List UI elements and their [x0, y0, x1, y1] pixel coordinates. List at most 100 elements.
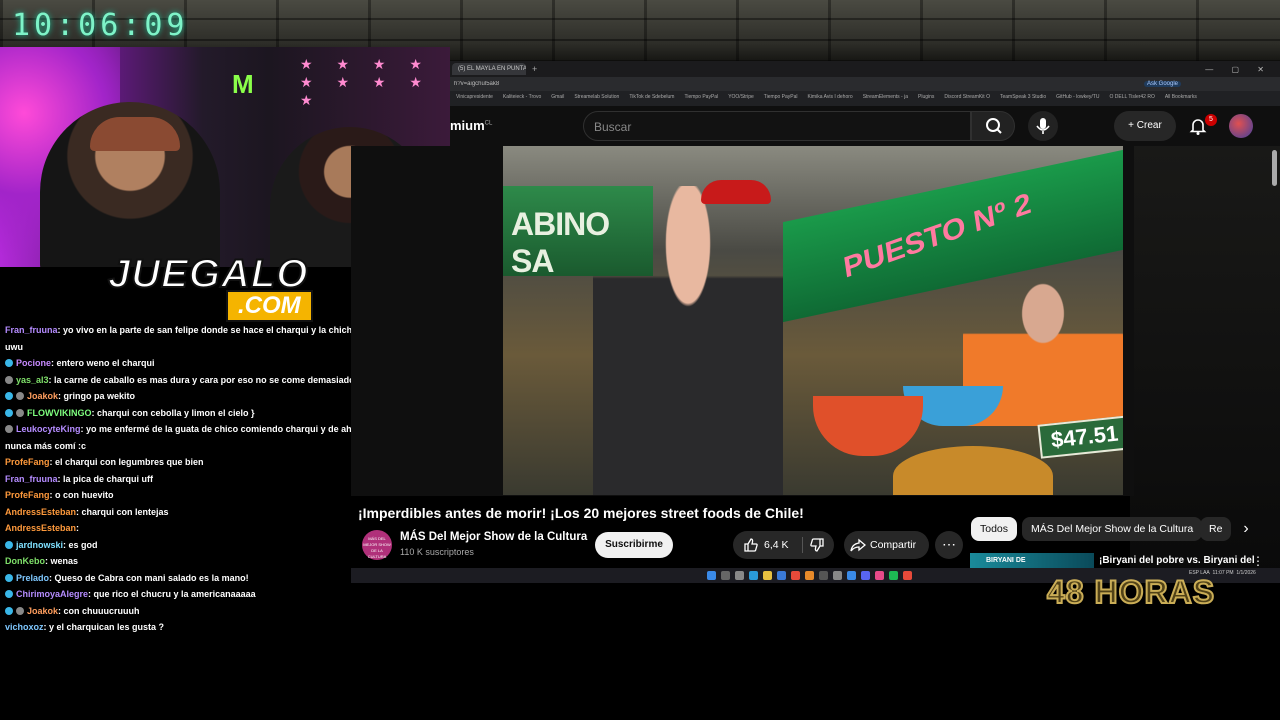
chat-text: : que rico el chucru y la americanaaaaa [88, 589, 256, 599]
chip-related[interactable]: Re [1200, 517, 1231, 541]
subscriber-count: 110 K suscriptores [400, 547, 474, 557]
search-input[interactable]: Buscar [583, 111, 971, 141]
bookmark-item[interactable]: Plugins [918, 94, 934, 100]
bookmark-item[interactable]: TeamSpeak 3 Studio [1000, 94, 1046, 100]
steam-icon[interactable] [847, 571, 856, 580]
bits-badge-icon [5, 375, 13, 384]
dislike-button[interactable] [809, 537, 825, 558]
edge-icon[interactable] [749, 571, 758, 580]
user-avatar[interactable] [1229, 114, 1253, 138]
chat-message: DonKebo: wenas [0, 553, 400, 570]
bookmark-item[interactable]: StreamElements - ja [863, 94, 908, 100]
thumbs-up-icon [744, 538, 758, 552]
video-player[interactable]: ABINO SA PUESTO Nº 2 $47.51 [503, 146, 1123, 495]
start-icon[interactable] [707, 571, 716, 580]
bookmark-item[interactable]: YOO/Stripe [728, 94, 754, 100]
chat-username[interactable]: Fran_fruuna [5, 474, 58, 484]
host-person [593, 186, 783, 495]
chip-channel[interactable]: MÁS Del Mejor Show de la Cultura [1022, 517, 1203, 541]
bookmark-item[interactable]: Streamelab Solution [574, 94, 619, 100]
chat-username[interactable]: yas_al3 [16, 375, 49, 385]
chat-text: : entero weno el charqui [51, 358, 155, 368]
chat-username[interactable]: vichoxoz [5, 622, 44, 632]
recommended-title[interactable]: ¡Biryani del pobre vs. Biryani del [1099, 555, 1255, 566]
address-bar[interactable]: h?v=aigchul5ak8 Ask Google [450, 77, 1280, 91]
chat-text: : wenas [45, 556, 79, 566]
obs-icon[interactable] [833, 571, 842, 580]
chat-username[interactable]: ProfeFang [5, 490, 50, 500]
chat-username[interactable]: ChirimoyaAlegre [16, 589, 88, 599]
app-icon-1[interactable] [805, 571, 814, 580]
youtube-logo[interactable]: miumCL [450, 118, 492, 133]
bookmark-item[interactable]: Discord StreamKit O [944, 94, 990, 100]
store-icon[interactable] [777, 571, 786, 580]
spotify-icon[interactable] [889, 571, 898, 580]
subscriber-badge-icon [5, 359, 13, 367]
bookmark-item[interactable]: Gmail [551, 94, 564, 100]
more-actions-icon[interactable]: ⋯ [935, 531, 963, 559]
stream-clock: 10:06:09 [12, 8, 189, 43]
chat-message: Prelado: Queso de Cabra con mani salado … [0, 570, 400, 587]
bookmark-item[interactable]: GitHub - lowkey/TU [1056, 94, 1099, 100]
ask-google-button[interactable]: Ask Google [1144, 81, 1182, 87]
explorer-icon[interactable] [763, 571, 772, 580]
tray-date: 1/1/2026 [1236, 570, 1256, 576]
chat-username[interactable]: AndressEsteban [5, 507, 76, 517]
bookmark-item[interactable]: Kimika Avis I dehoro [807, 94, 852, 100]
chat-username[interactable]: AndressEsteban [5, 523, 76, 533]
bookmarks-bar: Vinicapresidente Kaliteieck - Trovo Gmail S… [450, 91, 1280, 103]
chat-username[interactable]: Prelado [16, 573, 49, 583]
chat-message: jardnowski: es god [0, 537, 400, 554]
app-icon-2[interactable] [819, 571, 828, 580]
chat-username[interactable]: Pocione [16, 358, 51, 368]
recommended-menu-icon[interactable]: ⋮ [1252, 554, 1264, 568]
chevron-right-icon[interactable]: › [1238, 517, 1254, 541]
recommended-thumbnail[interactable]: BIRYANI DE [970, 553, 1094, 569]
chat-username[interactable]: Joakok [27, 391, 58, 401]
chat-username[interactable]: Fran_fruuna [5, 325, 58, 335]
chat-username[interactable]: Joakok [27, 606, 58, 616]
subscriber-badge-icon [5, 392, 13, 400]
youtube-logo-country: CL [484, 120, 493, 127]
bookmark-item[interactable]: O DELL Tisler42 RO [1109, 94, 1154, 100]
bookmark-item[interactable]: TikTok de Sdebelum [629, 94, 674, 100]
app-icon-3[interactable] [875, 571, 884, 580]
bookmark-item[interactable]: Tiempo PayPal [764, 94, 798, 100]
bookmark-item[interactable]: All Bookmarks [1165, 94, 1197, 100]
bookmark-item[interactable]: Tiempo PayPal [684, 94, 718, 100]
chat-message: ProfeFang: o con huevito [0, 487, 400, 504]
page-scrollbar[interactable] [1272, 150, 1277, 186]
window-controls[interactable]: — ▢ ✕ [1205, 65, 1272, 74]
channel-name[interactable]: MÁS Del Mejor Show de la Cultura [400, 531, 587, 543]
chat-message: LeukocyteKing: yo me enfermé de la guata… [0, 421, 400, 454]
create-button[interactable]: + Crear [1114, 111, 1176, 141]
chat-message: ChirimoyaAlegre: que rico el chucru y la… [0, 586, 400, 603]
app-icon-4[interactable] [903, 571, 912, 580]
like-button[interactable]: 6,4 K [743, 537, 789, 553]
task-view-icon[interactable] [735, 571, 744, 580]
chat-username[interactable]: jardnowski [16, 540, 63, 550]
search-button[interactable] [971, 111, 1015, 141]
new-tab-icon[interactable]: + [532, 64, 537, 74]
search-taskbar-icon[interactable] [721, 571, 730, 580]
chat-text: : o con huevito [49, 490, 114, 500]
chat-message: vichoxoz: y el charquican les gusta ? [0, 619, 400, 636]
voice-search-button[interactable] [1028, 111, 1058, 141]
chat-username[interactable]: DonKebo [5, 556, 45, 566]
red-bandana [701, 180, 771, 204]
bookmark-item[interactable]: Vinicapresidente [456, 94, 493, 100]
browser-tab[interactable]: (5) EL MAYLA EN PUNTA ARENAS [452, 63, 526, 75]
tray-time: 11:07 PM [1212, 570, 1234, 576]
subscriber-badge-icon [5, 540, 13, 549]
chat-username[interactable]: ProfeFang [5, 457, 50, 467]
subscribe-button[interactable]: Suscribirme [595, 532, 673, 558]
chat-message: yas_al3: la carne de caballo es mas dura… [0, 372, 400, 389]
chip-todos[interactable]: Todos [971, 517, 1018, 541]
bookmark-item[interactable]: Kaliteieck - Trovo [503, 94, 541, 100]
chat-username[interactable]: LeukocyteKing [16, 424, 81, 434]
chat-username[interactable]: FLOWVIKINGO [27, 408, 92, 418]
share-button[interactable]: Compartir [844, 531, 929, 559]
chrome-icon[interactable] [791, 571, 800, 580]
channel-avatar[interactable]: MÁS DEL MEJOR SHOW DE LA CULTURA [362, 530, 392, 560]
discord-icon[interactable] [861, 571, 870, 580]
